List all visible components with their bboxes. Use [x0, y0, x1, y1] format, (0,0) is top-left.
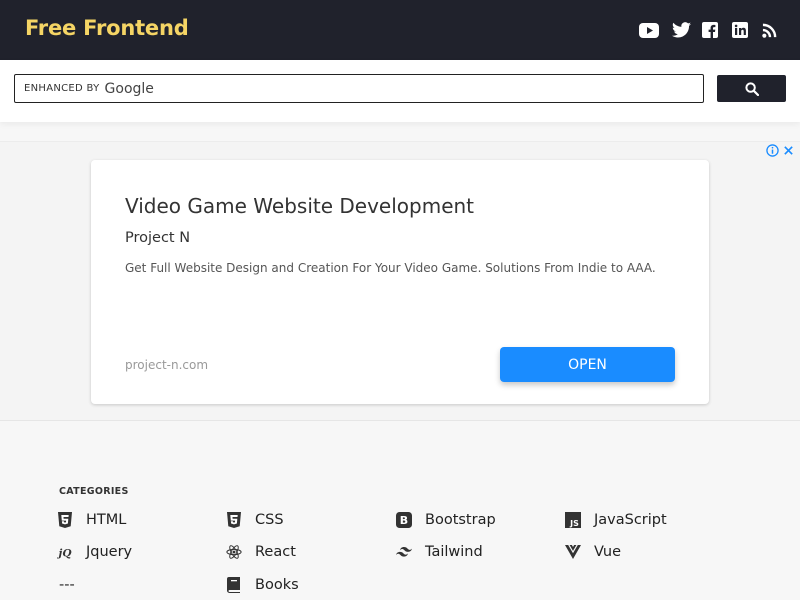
react-icon	[226, 544, 242, 560]
javascript-icon: JS	[565, 512, 581, 528]
ad-advertiser: Project N	[125, 230, 191, 246]
css3-icon	[226, 512, 242, 528]
ad-description: Get Full Website Design and Creation For…	[125, 261, 656, 275]
category-label: React	[255, 544, 296, 560]
category-vue[interactable]: Vue	[565, 542, 621, 562]
category-label: CSS	[255, 512, 284, 528]
category-react[interactable]: React	[226, 542, 296, 562]
ad-title[interactable]: Video Game Website Development	[125, 194, 474, 218]
category-bootstrap[interactable]: B Bootstrap	[396, 510, 496, 530]
category-css[interactable]: CSS	[226, 510, 284, 530]
category-label: Tailwind	[425, 544, 483, 560]
youtube-icon[interactable]	[638, 20, 660, 40]
ad-card[interactable]: Video Game Website Development Project N…	[91, 160, 709, 404]
category-label: HTML	[86, 512, 127, 528]
category-separator[interactable]: ---	[59, 575, 75, 595]
twitter-icon[interactable]	[670, 20, 692, 40]
rss-icon[interactable]	[758, 20, 780, 40]
close-icon	[784, 146, 793, 155]
top-navbar: Free Frontend	[0, 0, 800, 60]
ad-url[interactable]: project-n.com	[125, 358, 208, 372]
tailwind-icon	[396, 544, 412, 560]
category-label: JavaScript	[594, 512, 667, 528]
category-label: Vue	[594, 544, 622, 560]
ad-container: Video Game Website Development Project N…	[0, 141, 800, 421]
category-tailwind[interactable]: Tailwind	[396, 542, 483, 562]
svg-text:JS: JS	[569, 519, 579, 528]
category-label: Jquery	[86, 544, 133, 560]
category-label: ---	[59, 577, 75, 593]
categories-heading: CATEGORIES	[59, 486, 129, 497]
ad-choices[interactable]	[766, 144, 794, 157]
category-books[interactable]: Books	[226, 575, 299, 595]
search-input[interactable]: ENHANCED BY Google	[14, 74, 704, 103]
bootstrap-icon: B	[396, 512, 412, 528]
info-icon	[766, 144, 779, 157]
facebook-icon[interactable]	[699, 20, 721, 40]
category-label: Bootstrap	[425, 512, 496, 528]
category-label: Books	[255, 577, 299, 593]
book-icon	[226, 577, 242, 593]
search-button[interactable]	[717, 75, 786, 102]
vue-icon	[565, 544, 581, 560]
enhanced-by-label: ENHANCED BY	[24, 83, 100, 94]
svg-text:B: B	[400, 514, 408, 527]
ad-open-button[interactable]: OPEN	[500, 347, 675, 382]
svg-text:jQ: jQ	[57, 548, 71, 560]
google-logo: Google	[104, 80, 154, 97]
search-bar: ENHANCED BY Google	[0, 60, 800, 122]
search-icon	[744, 81, 759, 96]
jquery-icon: jQ	[57, 544, 73, 560]
category-html[interactable]: HTML	[57, 510, 126, 530]
linkedin-icon[interactable]	[729, 20, 751, 40]
html5-icon	[57, 512, 73, 528]
site-logo[interactable]: Free Frontend	[25, 16, 189, 40]
category-javascript[interactable]: JS JavaScript	[565, 510, 667, 530]
category-jquery[interactable]: jQ Jquery	[57, 542, 132, 562]
